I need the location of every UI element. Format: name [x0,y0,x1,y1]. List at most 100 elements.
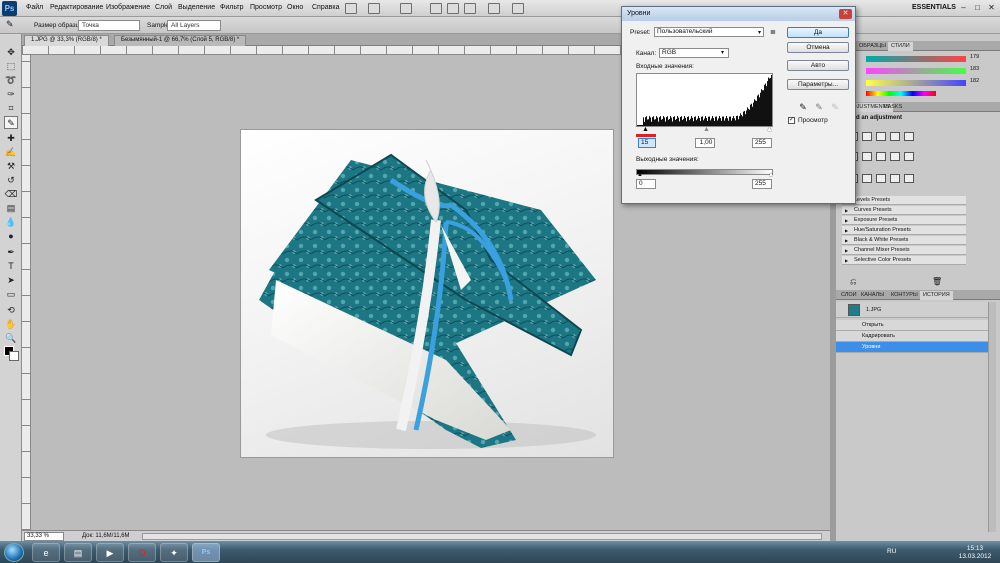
levels-icon[interactable] [862,132,872,141]
black-eyedropper-icon[interactable]: ✎ [797,101,809,113]
opera-icon[interactable]: O [128,543,156,562]
menu-edit[interactable]: Редактирование [50,4,103,11]
input-levels-slider[interactable]: ▲ ▲ ▲ [636,126,773,134]
preview-checkbox[interactable]: ✓ [788,117,795,124]
auto-button[interactable]: Авто [787,60,849,71]
menu-filter[interactable]: Фильтр [220,4,244,11]
bw-icon[interactable] [876,152,886,161]
preset-curves[interactable]: Curves Presets [842,206,966,215]
ok-button[interactable]: Да [787,27,849,38]
dodge-tool-icon[interactable]: ● [4,230,18,243]
3d-rotate-tool-icon[interactable]: ⟲ [4,304,18,317]
input-white-field[interactable]: 255 [752,138,772,148]
blue-slider[interactable] [866,80,966,86]
menu-view[interactable]: Просмотр [250,4,282,11]
preset-selective-color[interactable]: Selective Color Presets [842,256,966,265]
hand-icon[interactable] [430,3,442,14]
threshold-icon[interactable] [876,174,886,183]
pen-tool-icon[interactable]: ✒ [4,246,18,259]
cancel-button[interactable]: Отмена [787,42,849,53]
input-gamma-field[interactable]: 1,00 [695,138,715,148]
channel-dropdown-icon[interactable]: ▾ [721,49,724,56]
dialog-title[interactable]: Уровни [622,7,855,21]
eyedropper-tool-icon[interactable]: ✎ [6,19,14,30]
tab-masks[interactable]: MASKS [880,103,905,112]
doc-tab-untitled[interactable]: Безымянный-1 @ 66,7% (Слой 5, RGB/8) * [114,35,247,46]
history-step-open[interactable]: Открыть [836,320,988,331]
app-icon[interactable]: ✦ [160,543,188,562]
white-point-handle[interactable]: ▲ [766,126,773,133]
background-color-swatch[interactable] [9,351,19,361]
dialog-close-icon[interactable]: ✕ [839,9,852,19]
doc-tab-1jpg[interactable]: 1.JPG @ 33,3% (RGB/8) * [24,35,109,46]
curves-icon[interactable] [876,132,886,141]
healing-tool-icon[interactable]: ✚ [4,132,18,145]
green-slider[interactable] [866,68,966,74]
preset-black-white[interactable]: Black & White Presets [842,236,966,245]
preset-levels[interactable]: Levels Presets [842,196,966,205]
crop-tool-icon[interactable]: ⌗ [4,102,18,115]
marquee-tool-icon[interactable]: ⬚ [4,60,18,73]
tab-channels[interactable]: КАНАЛЫ [858,291,887,300]
exposure-icon[interactable] [890,132,900,141]
tab-layers[interactable]: СЛОИ [838,291,860,300]
clock[interactable]: 15:13 13.03.2012 [955,545,995,561]
history-brush-tool-icon[interactable]: ↺ [4,174,18,187]
close-icon[interactable]: ✕ [986,3,997,13]
color-balance-icon[interactable] [862,152,872,161]
history-step-levels[interactable]: Уровни [836,342,988,353]
zoom-level-icon[interactable] [400,3,412,14]
black-point-handle[interactable]: ▲ [642,126,649,133]
output-levels-slider[interactable] [636,169,773,175]
output-black-field[interactable]: 0 [636,179,656,189]
options-button[interactable]: Параметры... [787,79,849,90]
menu-file[interactable]: Файл [26,4,43,11]
preset-exposure[interactable]: Exposure Presets [842,216,966,225]
photoshop-logo[interactable]: Ps [2,1,17,16]
rotate-view-icon[interactable] [464,3,476,14]
output-white-handle[interactable]: ▲ [768,172,774,178]
gray-eyedropper-icon[interactable]: ✎ [813,101,825,113]
sample-select[interactable]: All Layers [167,20,221,31]
move-tool-icon[interactable]: ✥ [4,46,18,59]
menu-select[interactable]: Выделение [178,4,215,11]
gradient-tool-icon[interactable]: ▤ [4,202,18,215]
tab-history[interactable]: ИСТОРИЯ [920,291,953,300]
start-button-icon[interactable] [4,543,24,562]
media-player-icon[interactable]: ▶ [96,543,124,562]
preset-channel-mixer[interactable]: Channel Mixer Presets [842,246,966,255]
red-slider[interactable] [866,56,966,62]
horizontal-scrollbar[interactable] [142,533,822,540]
trash-icon[interactable]: 🗑 [932,277,942,286]
gradient-map-icon[interactable] [890,174,900,183]
explorer-icon[interactable]: ▤ [64,543,92,562]
history-snapshot[interactable]: 1.JPG [836,302,988,318]
channel-mixer-icon[interactable] [904,152,914,161]
output-black-handle[interactable]: ▲ [637,172,643,178]
zoom-icon[interactable] [447,3,459,14]
arrange-icon[interactable] [368,3,380,14]
shape-tool-icon[interactable]: ▭ [4,288,18,301]
preset-hue-saturation[interactable]: Hue/Saturation Presets [842,226,966,235]
history-step-crop[interactable]: Кадрировать [836,331,988,342]
lasso-tool-icon[interactable]: ➰ [4,74,18,87]
extras-icon[interactable] [488,3,500,14]
gamma-handle[interactable]: ▲ [703,126,710,133]
hand-tool-icon[interactable]: ✋ [4,318,18,331]
photoshop-task-icon[interactable]: Ps [192,543,220,562]
vibrance-icon[interactable] [904,132,914,141]
menu-help[interactable]: Справка [312,4,339,11]
blur-tool-icon[interactable]: 💧 [4,216,18,229]
path-select-tool-icon[interactable]: ➤ [4,274,18,287]
quick-select-tool-icon[interactable]: ✑ [4,88,18,101]
history-scrollbar[interactable] [988,302,996,532]
brush-tool-icon[interactable]: ✍ [4,146,18,159]
zoom-tool-icon[interactable]: 🔍 [4,332,18,345]
type-tool-icon[interactable]: T [4,260,18,273]
preset-select[interactable]: Пользовательский [654,27,764,37]
menu-window[interactable]: Окно [287,4,303,11]
workspace-switcher[interactable]: ESSENTIALS [912,4,956,11]
eraser-tool-icon[interactable]: ⌫ [4,188,18,201]
tab-styles[interactable]: СТИЛИ [888,42,913,51]
input-black-field[interactable]: 15 [638,138,656,148]
